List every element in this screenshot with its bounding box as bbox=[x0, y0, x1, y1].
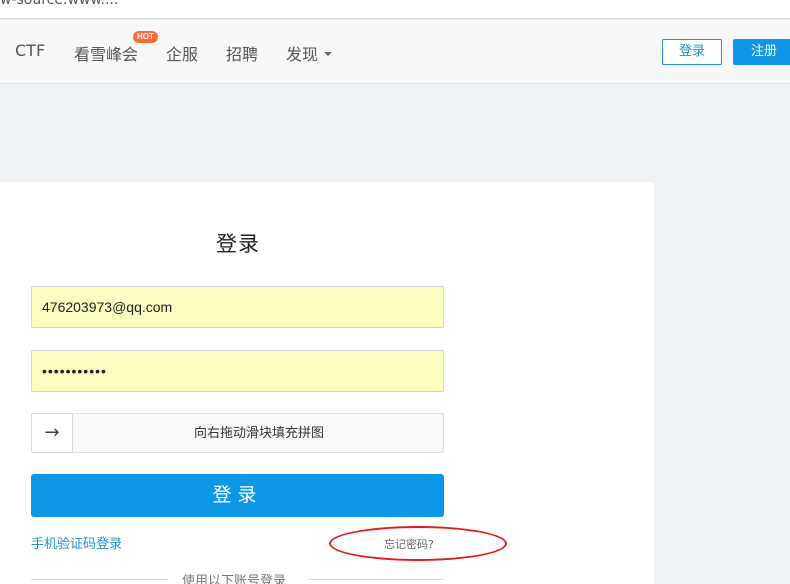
red-annotation-ellipse bbox=[329, 526, 507, 561]
login-title: 登录 bbox=[216, 232, 260, 256]
nav-item-ctf[interactable]: CTF bbox=[15, 41, 45, 60]
slider-handle[interactable]: → bbox=[31, 413, 73, 453]
password-field[interactable]: ••••••••••• bbox=[31, 350, 444, 392]
top-strip-text: w-source.www.... bbox=[0, 0, 119, 8]
slider-hint: 向右拖动滑块填充拼图 bbox=[193, 426, 324, 441]
hot-badge: HOT bbox=[133, 31, 158, 43]
slider-captcha: → 向右拖动滑块填充拼图 bbox=[31, 413, 444, 453]
browser-top-strip: w-source.www.... bbox=[0, 0, 790, 19]
email-field[interactable]: 476203973@qq.com bbox=[31, 286, 444, 328]
nav-item-discover-label: 发现 bbox=[286, 45, 319, 64]
navbar: CTF 看雪峰会 HOT 企服 招聘 发现 登录 注册 bbox=[0, 20, 790, 84]
divider-left bbox=[31, 579, 168, 580]
login-submit-button[interactable]: 登录 bbox=[31, 474, 444, 517]
third-party-login-divider-text: 使用以下账号登录 bbox=[182, 574, 287, 584]
header-register-button[interactable]: 注册 bbox=[733, 39, 790, 65]
nav-item-kanxue-summit[interactable]: 看雪峰会 bbox=[74, 41, 138, 65]
header-login-button[interactable]: 登录 bbox=[662, 39, 722, 65]
arrow-right-icon: → bbox=[44, 422, 60, 443]
nav-item-jobs[interactable]: 招聘 bbox=[226, 41, 258, 65]
divider-right bbox=[308, 579, 444, 580]
nav-item-enterprise[interactable]: 企服 bbox=[166, 41, 198, 65]
chevron-down-icon bbox=[324, 51, 333, 56]
login-card: 登录 476203973@qq.com ••••••••••• → 向右拖动滑块… bbox=[0, 182, 654, 584]
phone-login-link[interactable]: 手机验证码登录 bbox=[31, 533, 122, 552]
nav-item-discover[interactable]: 发现 bbox=[286, 41, 333, 65]
